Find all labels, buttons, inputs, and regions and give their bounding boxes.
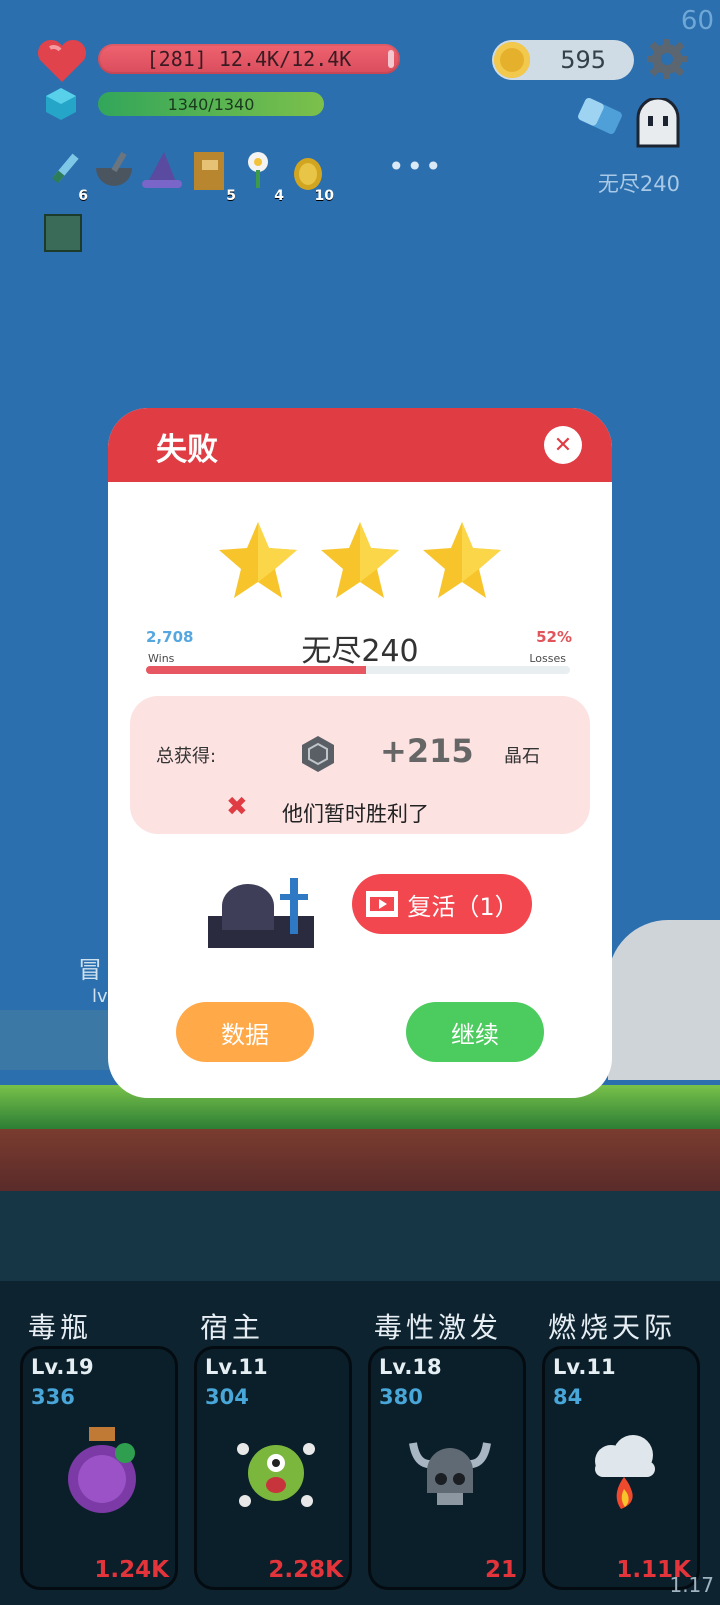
reward-unit: 晶石 [504,746,540,767]
wizard-hat-icon [142,152,182,188]
skill-card-poison-bottle[interactable]: Lv.19 336 1.24K [20,1346,178,1590]
skill-damage: 1.24K [94,1557,169,1583]
defeat-dialog: 失败 ✕ 2,708 Wins 无尽240 52% Losses 总获得: +2… [108,408,612,1098]
endless-stage-label: 无尽240 [597,172,680,196]
win-loss-progress [146,666,570,674]
crystal-icon [46,88,76,120]
skill-name: 毒性激发 [374,1311,503,1344]
monster-icon [237,1443,315,1507]
ghost-icon[interactable] [634,98,682,150]
pineapple-icon [294,158,322,190]
revive-button[interactable]: 复活（1） [352,874,532,934]
skill-value: 84 [553,1385,583,1409]
poison-bottle-icon [68,1427,136,1513]
mortar-icon [96,151,132,186]
underground-band [0,1191,720,1281]
reward-label: 总获得: [156,746,217,767]
inventory-item-syringe[interactable]: 6 [44,150,88,204]
tombstone-icon [208,878,314,948]
coin-amount: 595 [560,46,606,74]
skill-value: 304 [205,1385,249,1409]
background-sub-label: lv [92,986,108,1007]
reward-amount: +215 [380,732,474,770]
skill-name: 燃烧天际 [548,1311,677,1344]
background-label: 冒 [78,956,102,984]
syringe-icon [51,153,79,184]
stats-button[interactable]: 数据 [176,1002,314,1062]
skill-card-toxic-burst[interactable]: Lv.18 380 21 [368,1346,526,1590]
losses-label: Losses [529,652,566,665]
star-icon [423,522,501,598]
video-ad-icon [366,891,399,917]
inventory-item-flower[interactable]: 4 [240,150,284,204]
gem-icon [302,736,334,772]
revive-label: 复活（1） [407,892,519,921]
inventory-count: 6 [78,188,88,204]
losses-value: 52% [536,628,572,646]
star-icon [321,522,399,598]
flower-icon [248,152,268,188]
heart-icon [37,39,87,82]
skill-damage: 21 [484,1557,517,1583]
fire-cloud-icon [595,1435,655,1509]
close-icon: ✕ [553,432,573,458]
skill-card-burning-sky[interactable]: Lv.11 84 1.11K [542,1346,700,1590]
pill-icon[interactable] [572,96,632,146]
hp-bar: [281] 12.4K/12.4K [98,44,400,74]
fps-counter: 60 [680,6,714,36]
inventory-count: 5 [226,188,236,204]
reward-panel: 总获得: +215 晶石 ✖ 他们暂时胜利了 [130,696,590,834]
skill-name: 毒瓶 [28,1311,93,1344]
coin-icon [494,42,530,78]
inventory-count: 10 [314,188,334,204]
version-label: 1.17 [669,1573,714,1597]
gear-icon[interactable] [646,38,688,80]
inventory-item-mortar[interactable] [92,150,136,198]
skill-name: 宿主 [200,1311,265,1344]
skill-level: Lv.11 [553,1355,616,1379]
inventory-item-book[interactable]: 5 [192,150,236,204]
inventory-item-pineapple[interactable]: 10 [290,150,334,204]
skill-level: Lv.18 [379,1355,442,1379]
inventory-count: 4 [274,188,284,204]
book-icon [194,152,224,190]
progress-fill [146,666,367,674]
close-button[interactable]: ✕ [544,426,582,464]
buff-icon[interactable] [44,214,82,252]
star-icon [219,522,297,598]
skill-value: 336 [31,1385,75,1409]
fail-message: 他们暂时胜利了 [282,802,429,826]
skill-card-host[interactable]: Lv.11 304 2.28K [194,1346,352,1590]
dirt-ground [0,1129,720,1191]
skill-level: Lv.19 [31,1355,94,1379]
cloud-decoration [608,920,720,1080]
skill-value: 380 [379,1385,423,1409]
dialog-header: 失败 ✕ [108,408,612,482]
inventory-item-hat[interactable] [140,150,184,198]
star-rating [108,518,612,604]
cross-icon: ✖ [226,792,248,822]
viking-skull-icon [409,1442,491,1505]
skill-damage: 2.28K [268,1557,343,1583]
more-items-button[interactable]: ••• [388,150,444,183]
continue-button[interactable]: 继续 [406,1002,544,1062]
dialog-title: 失败 [156,432,218,468]
mp-bar: 1340/1340 [98,92,324,116]
skill-level: Lv.11 [205,1355,268,1379]
